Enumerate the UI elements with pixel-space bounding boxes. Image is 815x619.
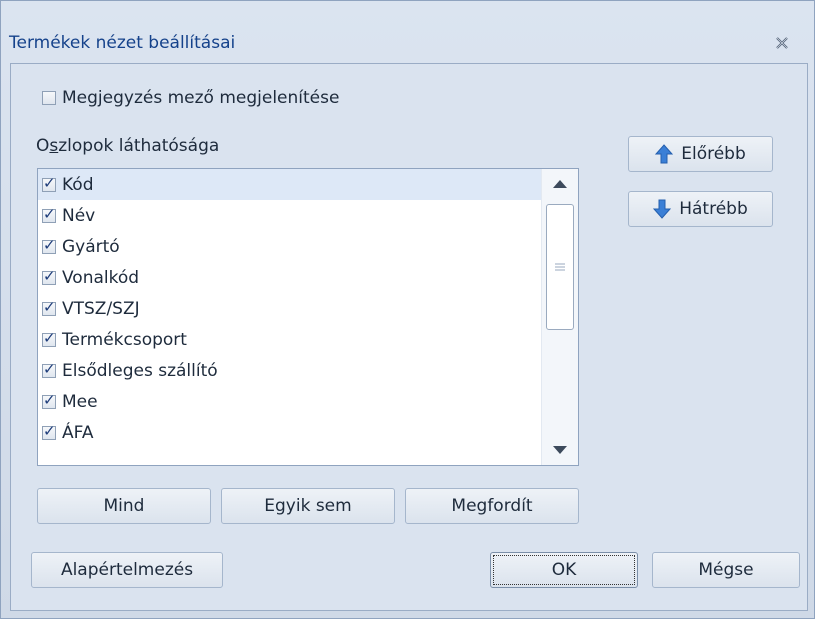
move-down-label: Hátrébb bbox=[679, 199, 748, 219]
dialog-title: Termékek nézet beállításai bbox=[9, 33, 236, 53]
columns-listbox[interactable]: Kód Név Gyártó Vonalkód VTSZ/SZJ Termékcsopor… bbox=[37, 168, 579, 466]
cancel-button[interactable]: Mégse bbox=[652, 552, 800, 588]
column-label: ÁFA bbox=[62, 422, 94, 443]
column-label: Vonalkód bbox=[62, 267, 140, 288]
move-down-button[interactable]: Hátrébb bbox=[628, 191, 773, 227]
scroll-down-arrow-icon[interactable] bbox=[542, 437, 578, 463]
list-item[interactable]: VTSZ/SZJ bbox=[38, 293, 578, 324]
column-label: Kód bbox=[62, 174, 94, 195]
arrow-down-icon bbox=[653, 199, 672, 219]
move-up-button[interactable]: Előrébb bbox=[628, 136, 773, 172]
column-label: VTSZ/SZJ bbox=[62, 298, 140, 319]
thumb-grip-icon bbox=[555, 263, 565, 271]
column-checkbox[interactable] bbox=[42, 329, 56, 347]
settings-dialog: Termékek nézet beállításai Megjegyzés me… bbox=[0, 0, 815, 619]
column-label: Név bbox=[62, 205, 96, 226]
listbox-scrollbar[interactable] bbox=[541, 169, 578, 465]
select-none-button[interactable]: Egyik sem bbox=[221, 488, 395, 524]
column-checkbox[interactable] bbox=[42, 267, 56, 285]
close-icon[interactable] bbox=[772, 33, 792, 53]
column-checkbox[interactable] bbox=[42, 391, 56, 409]
column-checkbox[interactable] bbox=[42, 236, 56, 254]
scroll-up-arrow-icon[interactable] bbox=[542, 171, 578, 197]
list-item[interactable]: Vonalkód bbox=[38, 262, 578, 293]
list-item[interactable]: Név bbox=[38, 200, 578, 231]
arrow-up-icon bbox=[655, 144, 674, 164]
title-bar: Termékek nézet beállításai bbox=[1, 1, 814, 59]
move-up-label: Előrébb bbox=[681, 144, 746, 164]
list-item[interactable]: ÁFA bbox=[38, 417, 578, 448]
memo-checkbox[interactable] bbox=[42, 91, 56, 105]
column-checkbox[interactable] bbox=[42, 360, 56, 378]
memo-checkbox-row[interactable]: Megjegyzés mező megjelenítése bbox=[42, 88, 339, 108]
list-item[interactable]: Elsődleges szállító bbox=[38, 355, 578, 386]
ok-button[interactable]: OK bbox=[490, 552, 638, 588]
list-item[interactable]: Gyártó bbox=[38, 231, 578, 262]
column-label: Gyártó bbox=[62, 236, 120, 257]
column-label: Mee bbox=[62, 391, 98, 412]
list-item[interactable]: Termékcsoport bbox=[38, 324, 578, 355]
invert-selection-button[interactable]: Megfordít bbox=[405, 488, 579, 524]
select-all-button[interactable]: Mind bbox=[37, 488, 211, 524]
column-label: Elsődleges szállító bbox=[62, 360, 218, 381]
list-item[interactable]: Mee bbox=[38, 386, 578, 417]
defaults-button[interactable]: Alapértelmezés bbox=[31, 552, 223, 588]
column-checkbox[interactable] bbox=[42, 174, 56, 192]
column-checkbox[interactable] bbox=[42, 422, 56, 440]
column-checkbox[interactable] bbox=[42, 298, 56, 316]
column-checkbox[interactable] bbox=[42, 205, 56, 223]
memo-checkbox-label: Megjegyzés mező megjelenítése bbox=[62, 88, 340, 108]
settings-panel: Megjegyzés mező megjelenítése Oszlopok l… bbox=[10, 63, 808, 611]
column-label: Termékcsoport bbox=[62, 329, 187, 350]
scrollbar-thumb[interactable] bbox=[546, 204, 574, 330]
list-item[interactable]: Kód bbox=[38, 169, 578, 200]
columns-visibility-label: Oszlopok láthatósága bbox=[36, 136, 220, 156]
